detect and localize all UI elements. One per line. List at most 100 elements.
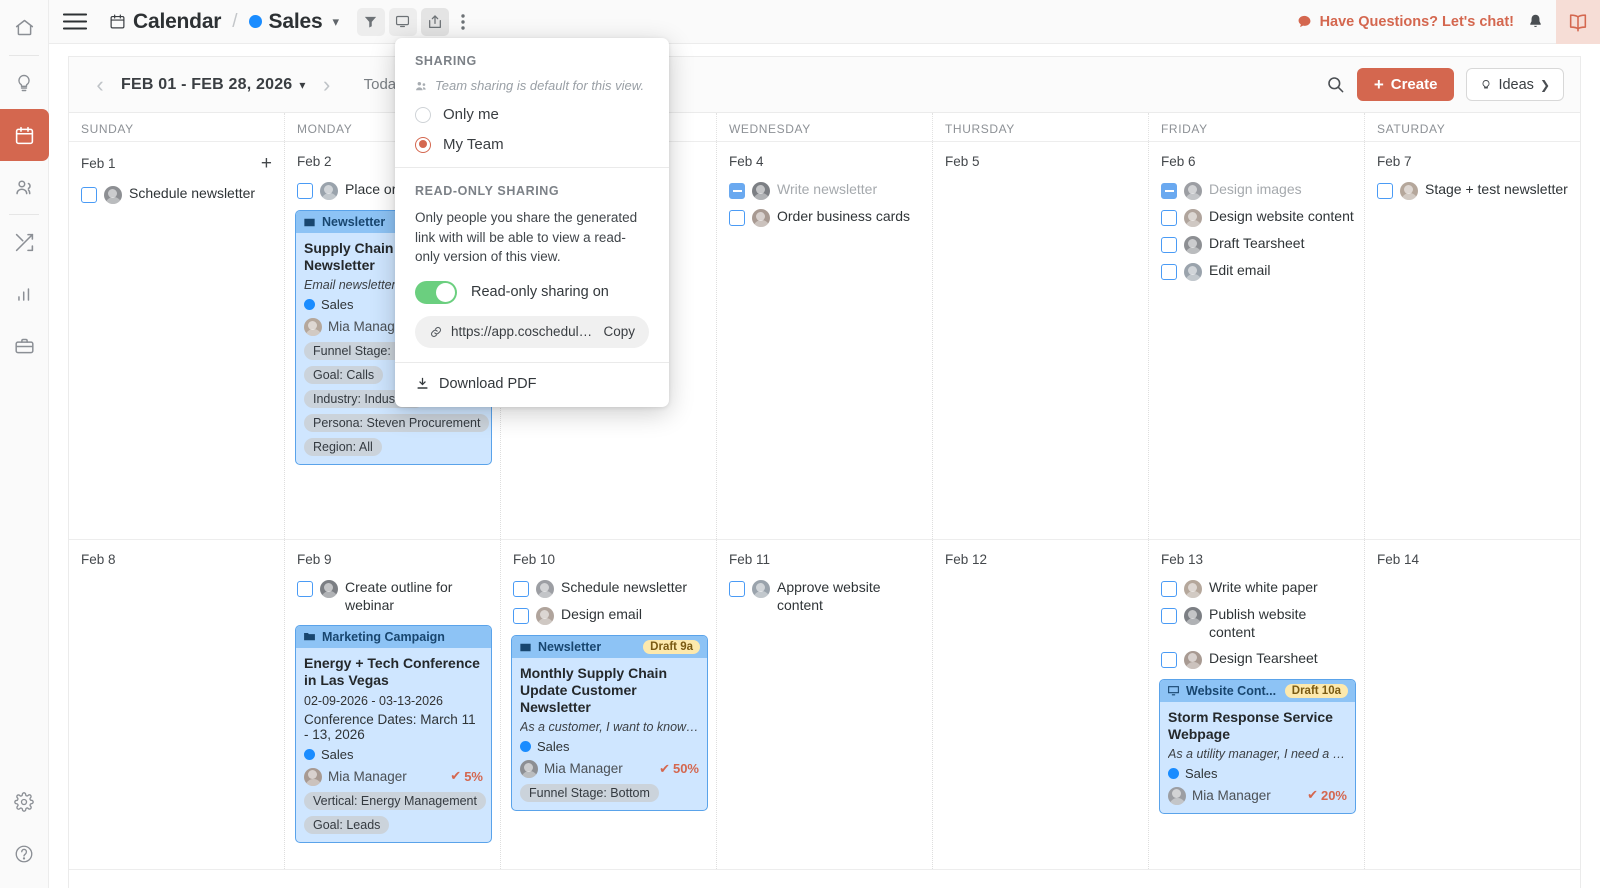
monitor-icon[interactable] [388,7,417,36]
calendar-day-cell[interactable]: Feb 1 + Schedule newsletter [69,142,285,539]
day-number: Feb 9 [293,540,492,575]
calendar-day-cell[interactable]: Feb 10 Schedule newsletter Design email New… [501,540,717,869]
calendar-day-cell[interactable]: Feb 9 Create outline for webinar Marketing… [285,540,501,869]
task-row[interactable]: Write white paper [1157,575,1356,602]
task-row[interactable]: Schedule newsletter [509,575,708,602]
avatar [536,580,554,598]
next-period-button[interactable]: › [312,72,342,98]
event-card[interactable]: Marketing Campaign Energy + Tech Conferen… [295,624,492,843]
knowledge-book-icon[interactable] [1556,0,1600,44]
task-row[interactable]: Schedule newsletter [77,181,276,208]
event-card-label: Sales [304,747,483,762]
avatar [304,767,322,786]
sidebar-item-people[interactable] [0,161,49,213]
task-row[interactable]: Edit email [1157,258,1356,285]
download-pdf-button[interactable]: Download PDF [395,361,669,407]
task-checkbox[interactable] [297,183,313,199]
calendar-day-cell[interactable]: Feb 4 Write newsletter Order business card… [717,142,933,539]
monitor-icon [1167,684,1180,697]
task-checkbox[interactable] [1161,237,1177,253]
task-checkbox[interactable] [729,210,745,226]
calendar-day-cell[interactable]: Feb 7 Stage + test newsletter [1365,142,1580,539]
radio-only-me-label: Only me [443,106,499,123]
sidebar-item-settings[interactable] [0,776,49,828]
meta-chip: Vertical: Energy Management [304,791,486,810]
read-only-toggle-row[interactable]: Read-only sharing on [415,280,649,304]
more-vertical-icon[interactable] [453,8,473,36]
calendar-day-cell[interactable]: Feb 5 [933,142,1149,539]
task-row[interactable]: Design email [509,602,708,629]
calendar-day-cell[interactable]: Feb 6 Design images Design website content… [1149,142,1365,539]
sharing-section: SHARING Team sharing is default for this… [395,38,669,167]
breadcrumb-project[interactable]: Sales [269,10,323,34]
sidebar-item-workflows[interactable] [0,216,49,268]
prev-period-button[interactable]: ‹ [85,72,115,98]
calendar-day-cell[interactable]: Feb 14 [1365,540,1580,869]
read-only-toggle[interactable] [415,280,457,304]
radio-only-me[interactable]: Only me [415,106,649,123]
event-card[interactable]: Website Cont... Draft 10a Storm Response S… [1159,678,1356,814]
task-row[interactable]: Design website content [1157,204,1356,231]
share-link-box[interactable]: https://app.coschedul… Copy [415,315,649,348]
task-checkbox[interactable] [729,183,745,199]
sidebar-item-ideas[interactable] [0,57,49,109]
task-checkbox[interactable] [1161,651,1177,668]
notifications-bell-icon[interactable] [1518,5,1552,39]
task-row[interactable]: Design images [1157,177,1356,204]
calendar-day-cell[interactable]: Feb 8 [69,540,285,869]
task-checkbox[interactable] [1161,608,1177,624]
add-item-icon[interactable]: + [261,154,272,173]
sidebar-top-group [0,0,49,372]
task-row[interactable]: Order business cards [725,204,924,231]
calendar-day-cell[interactable]: Feb 11 Approve website content [717,540,933,869]
task-row[interactable]: Approve website content [725,575,924,619]
task-checkbox[interactable] [1161,264,1177,280]
event-card[interactable]: Newsletter Draft 9a Monthly Supply Chain U… [511,635,708,812]
calendar-day-cell[interactable]: Feb 13 Write white paper Publish website c… [1149,540,1365,869]
task-checkbox[interactable] [513,608,529,624]
task-checkbox[interactable] [1161,183,1177,199]
sidebar-item-help[interactable] [0,828,49,880]
day-number-label: Feb 6 [1161,154,1196,169]
share-link-url: https://app.coschedul… [451,324,593,340]
chat-link[interactable]: Have Questions? Let's chat! [1297,14,1514,30]
task-row[interactable]: Create outline for webinar [293,575,492,619]
copy-link-button[interactable]: Copy [603,324,635,339]
sidebar-item-reports[interactable] [0,268,49,320]
task-row[interactable]: Write newsletter [725,177,924,204]
task-checkbox[interactable] [1377,183,1393,199]
day-number: Feb 12 [941,540,1140,575]
day-number-label: Feb 8 [81,552,116,567]
sidebar-item-assets[interactable] [0,320,49,372]
date-range-selector[interactable]: FEB 01 - FEB 28, 2026 ▾ [121,76,306,94]
day-number: Feb 14 [1373,540,1572,575]
sidebar-item-home[interactable] [0,0,49,54]
task-checkbox[interactable] [81,187,97,203]
task-row[interactable]: Publish website content [1157,602,1356,646]
task-checkbox[interactable] [297,581,313,597]
task-checkbox[interactable] [1161,210,1177,226]
task-checkbox[interactable] [513,581,529,597]
create-button[interactable]: + Create [1356,68,1455,101]
share-icon[interactable] [420,7,449,36]
day-of-week-header: SUNDAYMONDAYTUESDAYWEDNESDAYTHURSDAYFRID… [69,113,1580,142]
read-only-sharing-section: READ-ONLY SHARING Only people you share … [395,167,669,362]
filter-icon[interactable] [356,7,385,36]
task-checkbox[interactable] [729,581,745,597]
meta-chip: Goal: Leads [304,815,390,834]
sidebar-item-calendar[interactable] [0,109,49,161]
task-row[interactable]: Design Tearsheet [1157,646,1356,673]
radio-my-team[interactable]: My Team [415,136,649,153]
chevron-down-icon[interactable]: ▾ [332,14,339,30]
task-label: Publish website content [1209,606,1307,640]
day-number: Feb 5 [941,142,1140,177]
hamburger-menu-icon[interactable] [63,13,87,30]
ideas-button[interactable]: Ideas ❯ [1466,68,1564,101]
app-root: Calendar / Sales ▾ Have Questions? Let's… [0,0,1600,888]
task-checkbox[interactable] [1161,581,1177,597]
search-icon[interactable] [1326,75,1345,94]
breadcrumb-calendar[interactable]: Calendar [133,10,221,34]
calendar-day-cell[interactable]: Feb 12 [933,540,1149,869]
task-row[interactable]: Stage + test newsletter [1373,177,1572,204]
task-row[interactable]: Draft Tearsheet [1157,231,1356,258]
